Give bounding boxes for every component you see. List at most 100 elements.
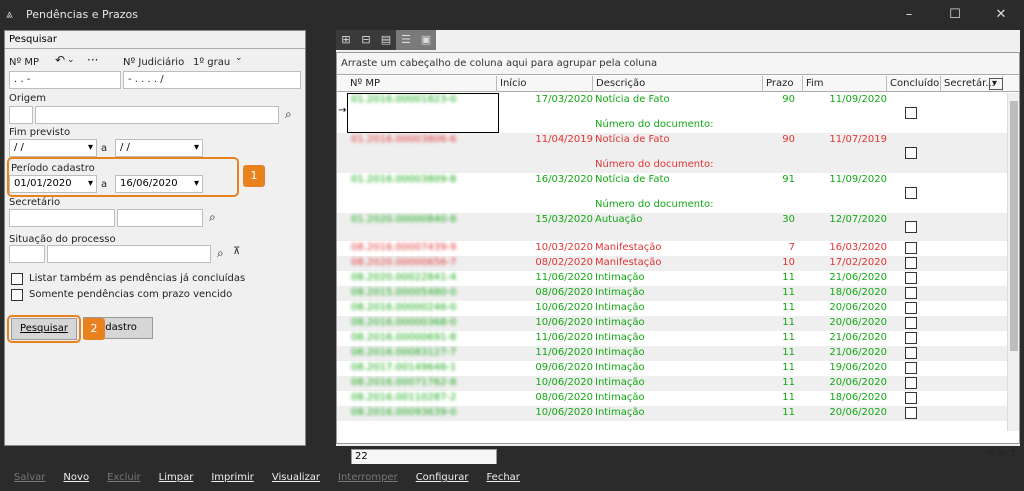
cell-descricao: Notícia de Fato — [595, 174, 670, 185]
table-row[interactable]: 08.2017.00149646-1 09/06/2020 Intimação 11 1… — [337, 361, 1007, 376]
card-icon[interactable]: ▣ — [416, 30, 436, 50]
col-prazo[interactable]: Prazo — [763, 76, 803, 92]
secretario-code-input[interactable] — [9, 209, 115, 227]
concluido-checkbox[interactable] — [905, 362, 917, 374]
undo-icon[interactable]: ↶ — [55, 53, 65, 67]
vencido-checkbox[interactable] — [11, 289, 23, 301]
nmp-input[interactable]: . . - — [9, 71, 121, 89]
concluido-checkbox[interactable] — [905, 392, 917, 404]
table-row[interactable]: 01.2020.00000840-8 15/03/2020 Autuação 30 12… — [337, 213, 1007, 241]
origem-search-icon[interactable]: ⌕ — [285, 107, 292, 122]
col-inicio[interactable]: Início — [497, 76, 593, 92]
secretario-input[interactable] — [117, 209, 203, 227]
table-row[interactable]: 08.2016.00000691-8 11/06/2020 Intimação 11 2… — [337, 331, 1007, 346]
concluido-checkbox[interactable] — [905, 147, 917, 159]
novo-button[interactable]: Novo — [63, 472, 89, 483]
col-fim[interactable]: Fim — [803, 76, 887, 92]
cell-fim: 21/06/2020 — [829, 347, 887, 358]
scrollbar-thumb[interactable] — [1010, 101, 1018, 351]
cell-fim: 18/06/2020 — [829, 392, 887, 403]
concluido-checkbox[interactable] — [905, 187, 917, 199]
concluido-checkbox[interactable] — [905, 107, 917, 119]
visualizar-button[interactable]: Visualizar — [272, 472, 320, 483]
list-icon[interactable]: ☰ — [396, 30, 416, 50]
table-row[interactable]: 01.2016.00003806-6 11/04/2019 Notícia de F… — [337, 133, 1007, 173]
column-chooser-icon[interactable]: ▾ — [989, 78, 1003, 90]
situacao-code-input[interactable] — [9, 245, 45, 263]
periodo-label: Período cadastro — [11, 163, 95, 174]
col-descricao[interactable]: Descrição — [593, 76, 763, 92]
doc-number-label: Número do documento: — [595, 199, 714, 210]
chevron-down-icon[interactable]: ⌄ — [67, 55, 75, 65]
table-row[interactable]: 08.2016.00007439-9 10/03/2020 Manifestação… — [337, 241, 1007, 256]
columns-icon[interactable]: ▤ — [376, 30, 396, 50]
situacao-search-icon[interactable]: ⌕ — [217, 246, 224, 261]
cell-inicio: 10/06/2020 — [535, 407, 593, 418]
table-row[interactable]: 08.2016.00000368-0 10/06/2020 Intimação 11 2… — [337, 316, 1007, 331]
close-button[interactable]: ✕ — [978, 0, 1024, 28]
concluido-checkbox[interactable] — [905, 332, 917, 344]
table-row[interactable]: 08.2016.00000246-0 10/06/2020 Intimação 11 2… — [337, 301, 1007, 316]
concluido-checkbox[interactable] — [905, 242, 917, 254]
cell-descricao: Manifestação — [595, 242, 662, 253]
maximize-button[interactable]: ☐ — [932, 0, 978, 28]
limpar-button[interactable]: Limpar — [159, 472, 194, 483]
table-row[interactable]: 08.2016.00110287-2 08/06/2020 Intimação 11 1… — [337, 391, 1007, 406]
table-row[interactable]: 08.2016.00093639-0 10/06/2020 Intimação 11 2… — [337, 406, 1007, 421]
concluido-checkbox[interactable] — [905, 377, 917, 389]
judiciario-input[interactable]: - . . . . / — [123, 71, 301, 89]
situacao-input[interactable] — [47, 245, 211, 263]
group-icon[interactable]: ⊟ — [356, 30, 376, 50]
origem-label: Origem — [9, 93, 47, 104]
table-row[interactable]: 08.2020.00022841-4 11/06/2020 Intimação 11 2… — [337, 271, 1007, 286]
cell-inicio: 15/03/2020 — [535, 214, 593, 225]
vertical-scrollbar[interactable] — [1007, 93, 1019, 431]
table-row[interactable]: 01.2016.00001823-0 17/03/2020 Notícia de F… — [337, 93, 1007, 133]
more-icon[interactable]: ··· — [87, 53, 98, 67]
fim-from-select[interactable]: / / ▾ — [9, 139, 97, 157]
table-row[interactable]: 08.2016.00083127-7 11/06/2020 Intimação 11 2… — [337, 346, 1007, 361]
concluido-checkbox[interactable] — [905, 287, 917, 299]
step-badge-1: 1 — [243, 165, 265, 187]
origem-code-input[interactable] — [9, 106, 33, 124]
minimize-button[interactable]: – — [886, 0, 932, 28]
cell-fim: 20/06/2020 — [829, 317, 887, 328]
imprimir-button[interactable]: Imprimir — [211, 472, 254, 483]
cell-prazo: 30 — [782, 214, 795, 225]
title-bar: ⩓ Pendências e Prazos – ☐ ✕ — [0, 0, 1024, 28]
col-nmp[interactable]: Nº MP — [347, 76, 497, 92]
concluido-checkbox[interactable] — [905, 302, 917, 314]
search-panel-header: Pesquisar — [5, 31, 305, 49]
cell-descricao: Intimação — [595, 347, 645, 358]
fechar-button[interactable]: Fechar — [486, 472, 519, 483]
periodo-from-select[interactable]: 01/01/2020 ▾ — [9, 175, 97, 193]
secretario-search-icon[interactable]: ⌕ — [209, 210, 216, 225]
secretario-label: Secretário — [9, 197, 61, 208]
doc-number-label: Número do documento: — [595, 159, 714, 170]
table-row[interactable]: 01.2016.00003809-8 16/03/2020 Notícia de F… — [337, 173, 1007, 213]
pager[interactable]: < > 1 — [987, 448, 1016, 459]
concluidas-checkbox[interactable] — [11, 273, 23, 285]
table-row[interactable]: 08.2020.00000656-7 08/02/2020 Manifestação… — [337, 256, 1007, 271]
results-panel: ⊞ ⊟ ▤ ☰ ▣ Arraste um cabeçalho de coluna… — [336, 30, 1020, 465]
table-row[interactable]: 08.2015.00005480-0 08/06/2020 Intimação 11 1… — [337, 286, 1007, 301]
col-concluido[interactable]: Concluído — [887, 76, 941, 92]
concluido-checkbox[interactable] — [905, 347, 917, 359]
pesquisar-button[interactable]: Pesquisar — [11, 318, 77, 340]
origem-input[interactable] — [35, 106, 279, 124]
table-row[interactable]: 08.2016.00071762-8 10/06/2020 Intimação 11 2… — [337, 376, 1007, 391]
cell-fim: 11/07/2019 — [829, 134, 887, 145]
filter-clear-icon[interactable]: ⊼ — [233, 246, 240, 257]
selected-cell[interactable] — [347, 93, 499, 133]
concluido-checkbox[interactable] — [905, 317, 917, 329]
configurar-button[interactable]: Configurar — [416, 472, 469, 483]
concluido-checkbox[interactable] — [905, 221, 917, 233]
concluido-checkbox[interactable] — [905, 257, 917, 269]
periodo-to-select[interactable]: 16/06/2020 ▾ — [115, 175, 203, 193]
concluido-checkbox[interactable] — [905, 272, 917, 284]
fim-to-select[interactable]: / / ▾ — [115, 139, 203, 157]
grau-chevron-icon[interactable]: ⌄ — [235, 53, 243, 63]
cell-prazo: 7 — [788, 242, 795, 253]
concluido-checkbox[interactable] — [905, 407, 917, 419]
tree-view-icon[interactable]: ⊞ — [336, 30, 356, 50]
